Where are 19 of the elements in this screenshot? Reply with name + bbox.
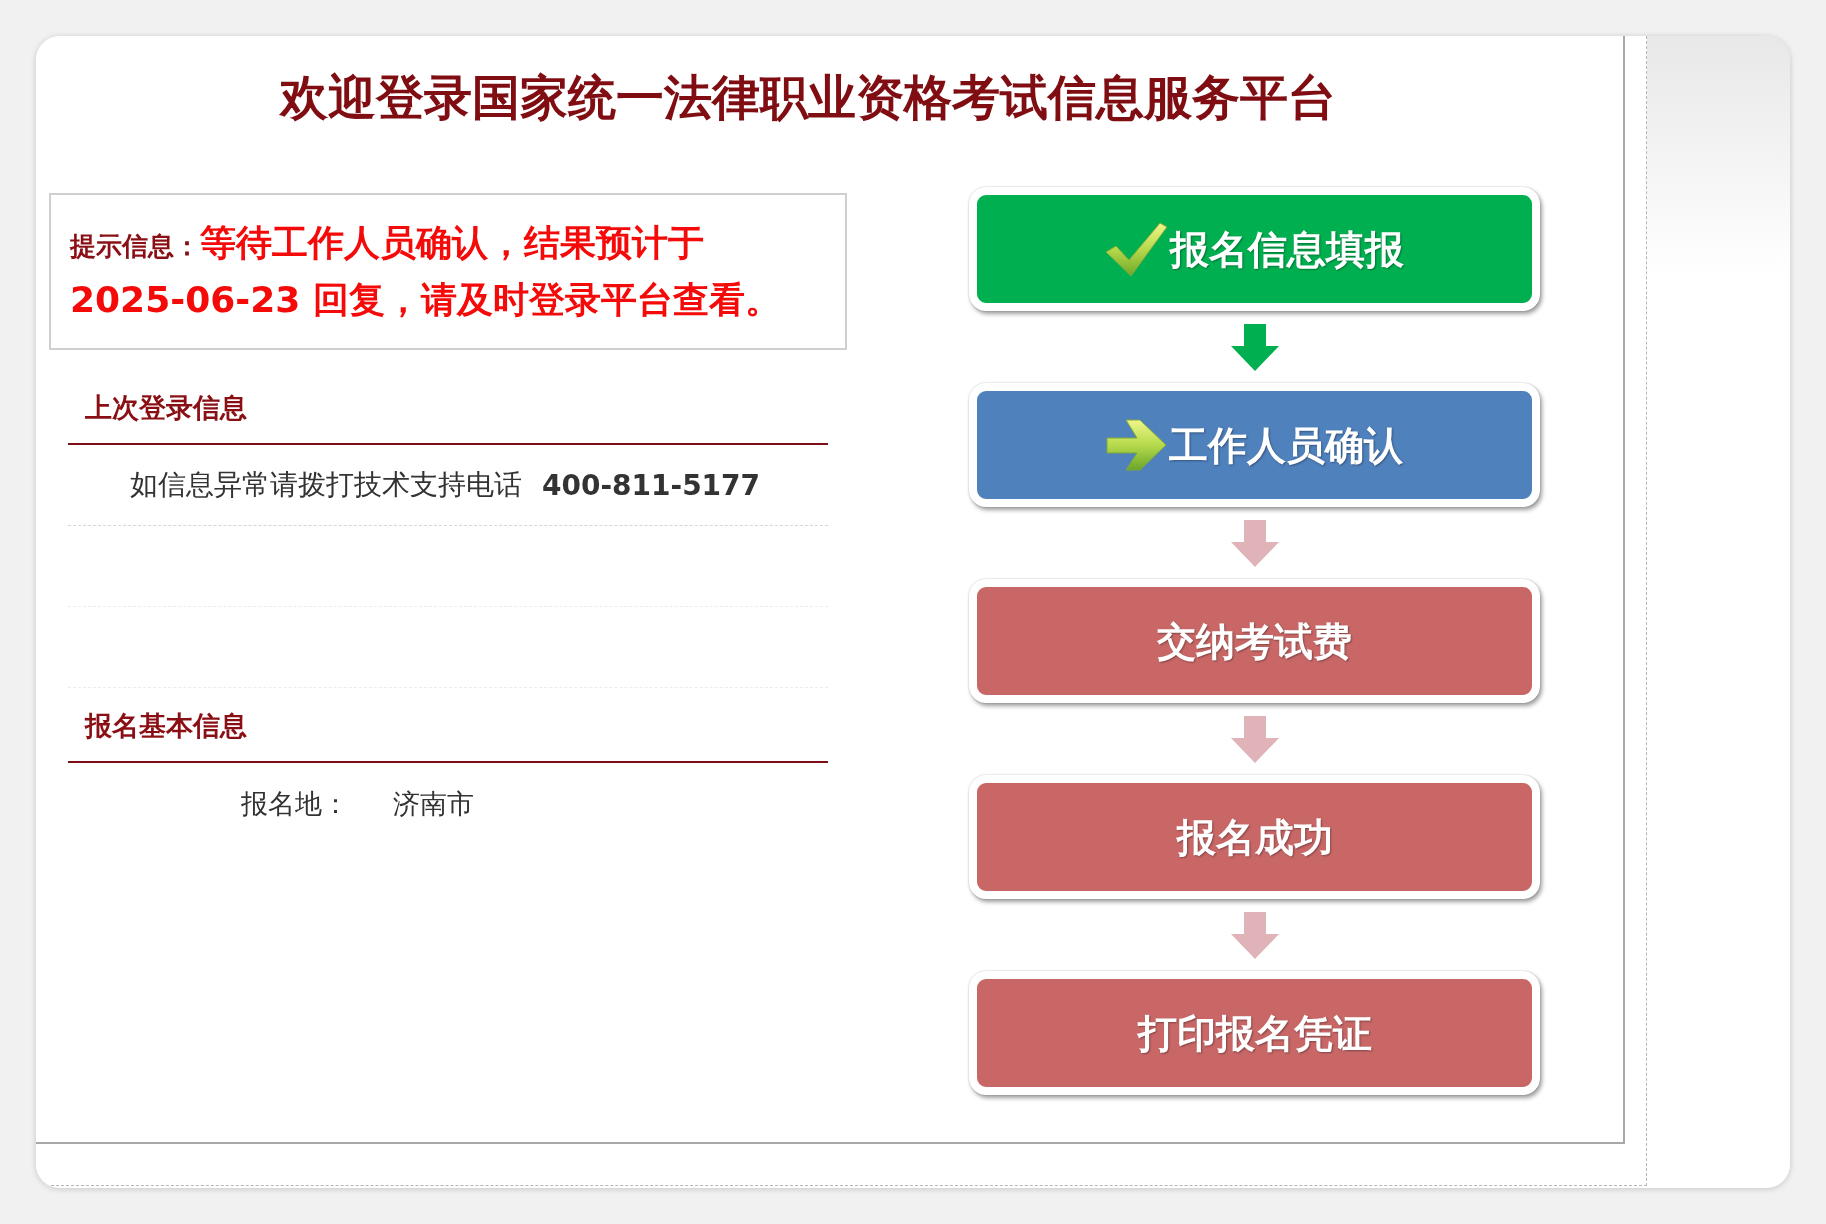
page-title: 欢迎登录国家统一法律职业资格考试信息服务平台 (280, 68, 1336, 126)
section-heading: 上次登录信息 (85, 391, 247, 425)
section-heading: 报名基本信息 (85, 709, 247, 743)
step-label: 交纳考试费 (1157, 621, 1352, 661)
field-value: 济南市 (393, 786, 474, 821)
right-arrow-icon (1106, 416, 1167, 474)
step-label: 报名成功 (1176, 817, 1333, 857)
support-phone: 400-811-5177 (542, 468, 761, 502)
step-label: 打印报名凭证 (1137, 1013, 1372, 1053)
support-text: 如信息异常请拨打技术支持电话 (130, 467, 522, 503)
step-label: 工作人员确认 (1169, 425, 1403, 465)
field-label: 报名地： (241, 786, 349, 821)
down-arrow-icon (1230, 716, 1279, 763)
notice-text: 提示信息：等待工作人员确认，结果预计于2025-06-23 回复，请及时登录平台查看。 (70, 221, 782, 322)
down-arrow-icon (1230, 324, 1279, 371)
down-arrow-icon (1230, 520, 1279, 567)
check-icon (1105, 221, 1168, 277)
step-label: 报名信息填报 (1170, 229, 1404, 269)
down-arrow-icon (1230, 912, 1279, 959)
